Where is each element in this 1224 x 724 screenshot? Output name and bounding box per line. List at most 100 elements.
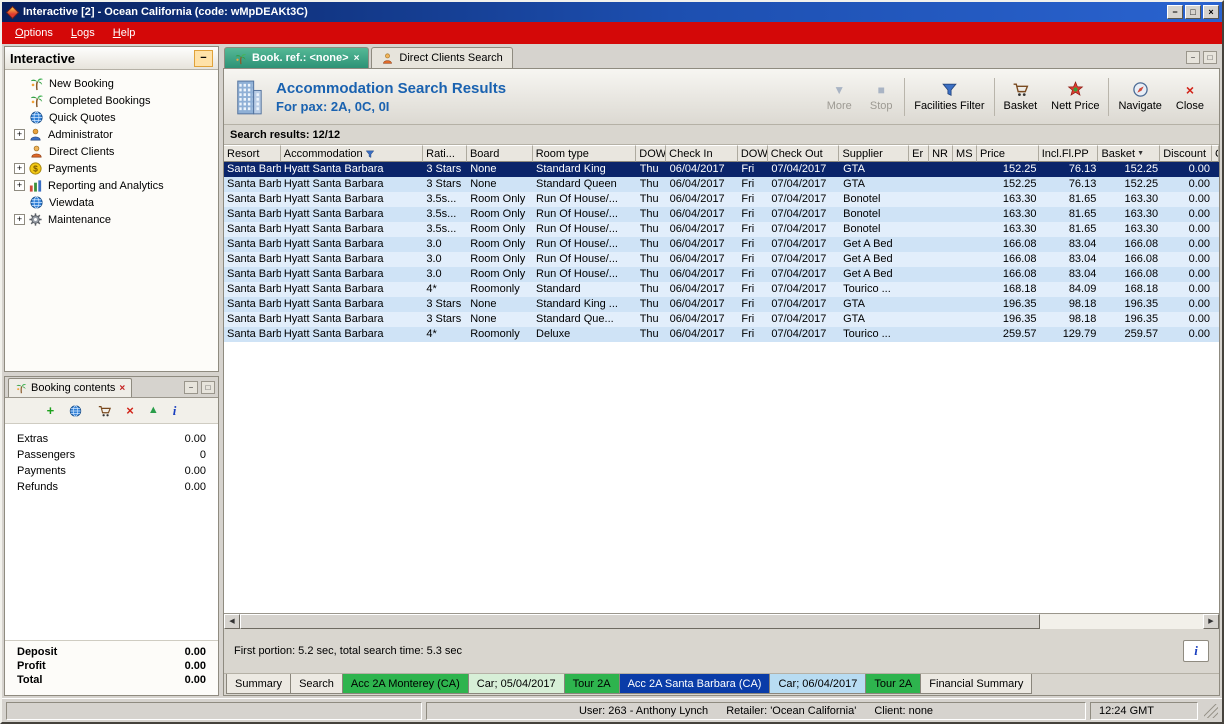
sidebar-item-viewdata[interactable]: Viewdata bbox=[7, 194, 216, 211]
add-item-button[interactable]: + bbox=[47, 404, 55, 417]
menu-item[interactable]: Help bbox=[104, 24, 145, 42]
table-row[interactable]: Santa Barb... Hyatt Santa Barbara 3.5s..… bbox=[224, 207, 1219, 222]
expander-icon[interactable]: + bbox=[14, 180, 25, 191]
bottom-tab[interactable]: Acc 2A Monterey (CA) bbox=[341, 674, 469, 694]
panel-maximize-button[interactable]: □ bbox=[201, 381, 215, 394]
table-row[interactable]: Santa Barb... Hyatt Santa Barbara 3 Star… bbox=[224, 162, 1219, 177]
scroll-right-button[interactable]: ▶ bbox=[1203, 614, 1219, 629]
table-row[interactable]: Santa Barb... Hyatt Santa Barbara 4* Roo… bbox=[224, 327, 1219, 342]
move-up-button[interactable]: ▲ bbox=[148, 404, 159, 417]
sidebar-item-new-booking[interactable]: New Booking bbox=[7, 75, 216, 92]
tab-direct-clients-search[interactable]: Direct Clients Search bbox=[371, 47, 513, 68]
column-header-check-in[interactable]: Check In bbox=[666, 145, 738, 162]
booking-contents-row[interactable]: Passengers 0 bbox=[17, 447, 206, 463]
bottom-tab[interactable]: Financial Summary bbox=[920, 674, 1033, 694]
table-row[interactable]: Santa Barb... Hyatt Santa Barbara 3 Star… bbox=[224, 177, 1219, 192]
panel-minimize-button[interactable]: − bbox=[194, 49, 213, 67]
booking-contents-tab[interactable]: Booking contents × bbox=[8, 378, 133, 397]
bottom-tab[interactable]: Tour 2A bbox=[865, 674, 922, 694]
basket-button[interactable]: Basket bbox=[997, 73, 1045, 121]
table-row[interactable]: Santa Barb... Hyatt Santa Barbara 3 Star… bbox=[224, 297, 1219, 312]
table-row[interactable]: Santa Barb... Hyatt Santa Barbara 3.0 Ro… bbox=[224, 252, 1219, 267]
column-header-resort[interactable]: Resort bbox=[224, 145, 281, 162]
bottom-tab[interactable]: Tour 2A bbox=[563, 674, 620, 694]
tab-close-icon[interactable]: × bbox=[354, 53, 360, 64]
booking-contents-row[interactable]: Payments 0.00 bbox=[17, 463, 206, 479]
expander-icon[interactable]: + bbox=[14, 163, 25, 174]
delete-item-button[interactable]: × bbox=[126, 404, 134, 417]
info-button[interactable]: i bbox=[173, 404, 177, 417]
column-header-check-out[interactable]: Check Out bbox=[767, 145, 840, 162]
menu-item[interactable]: Logs bbox=[62, 24, 104, 42]
search-results-panel: Accommodation Search Results For pax: 2A… bbox=[223, 68, 1220, 696]
horizontal-scrollbar[interactable]: ◀ ▶ bbox=[224, 613, 1219, 629]
cell-check-out: 07/04/2017 bbox=[771, 268, 827, 280]
resize-grip-icon[interactable] bbox=[1204, 703, 1218, 718]
cell-discount: 0.00 bbox=[1188, 238, 1210, 250]
column-header-accommodation[interactable]: Accommodation bbox=[280, 145, 424, 162]
column-header-price[interactable]: Price bbox=[976, 145, 1039, 162]
menu-item[interactable]: Options bbox=[6, 24, 62, 42]
expander-icon[interactable]: + bbox=[14, 129, 25, 140]
facilities-filter-button[interactable]: Facilities Filter bbox=[907, 73, 991, 121]
bottom-tab[interactable]: Search bbox=[290, 674, 343, 694]
bottom-tab[interactable]: Summary bbox=[226, 674, 292, 694]
column-header-basket[interactable]: Basket ▼ bbox=[1098, 145, 1161, 162]
column-header-dow-out[interactable]: DOW bbox=[737, 145, 768, 162]
maximize-button[interactable]: □ bbox=[1185, 5, 1201, 19]
sidebar-item-direct-clients[interactable]: Direct Clients bbox=[7, 143, 216, 160]
close-button[interactable]: × bbox=[1203, 5, 1219, 19]
booking-contents-row[interactable]: Refunds 0.00 bbox=[17, 479, 206, 495]
info-button[interactable]: i bbox=[1183, 640, 1209, 662]
column-header-incl-fl-pp[interactable]: Incl.Fl.PP bbox=[1038, 145, 1099, 162]
column-header-c[interactable]: C bbox=[1212, 145, 1219, 162]
globe-button[interactable] bbox=[68, 404, 83, 418]
cell-board: Room Only bbox=[470, 223, 526, 235]
column-header-board[interactable]: Board bbox=[466, 145, 533, 162]
booking-contents-row[interactable]: Extras 0.00 bbox=[17, 431, 206, 447]
column-header-room-type[interactable]: Room type bbox=[532, 145, 637, 162]
column-header-nr[interactable]: NR bbox=[929, 145, 954, 162]
sidebar-item-quick-quotes[interactable]: Quick Quotes bbox=[7, 109, 216, 126]
scrollbar-track[interactable] bbox=[1040, 614, 1203, 629]
bottom-tab[interactable]: Car; 06/04/2017 bbox=[769, 674, 867, 694]
column-header-ms[interactable]: MS bbox=[953, 145, 977, 162]
table-row[interactable]: Santa Barb... Hyatt Santa Barbara 3.5s..… bbox=[224, 222, 1219, 237]
cell-nr bbox=[930, 207, 954, 222]
expander-icon[interactable]: + bbox=[14, 214, 25, 225]
sidebar-item-maintenance[interactable]: + Maintenance bbox=[7, 211, 216, 228]
stop-button[interactable]: ■ Stop bbox=[860, 73, 902, 121]
panel-minimize-button[interactable]: − bbox=[184, 381, 198, 394]
tab-booking-ref[interactable]: Book. ref.: <none> × bbox=[224, 47, 370, 68]
bottom-tab[interactable]: Car; 05/04/2017 bbox=[467, 674, 565, 694]
column-header-discount[interactable]: Discount bbox=[1160, 145, 1212, 162]
basket-button[interactable] bbox=[97, 404, 112, 418]
bottom-tab[interactable]: Acc 2A Santa Barbara (CA) bbox=[618, 674, 771, 694]
sidebar-item-administrator[interactable]: + Administrator bbox=[7, 126, 216, 143]
sidebar-item-completed-bookings[interactable]: Completed Bookings bbox=[7, 92, 216, 109]
scrollbar-thumb[interactable] bbox=[240, 614, 1040, 629]
table-row[interactable]: Santa Barb... Hyatt Santa Barbara 3.0 Ro… bbox=[224, 267, 1219, 282]
close-results-button[interactable]: × Close bbox=[1169, 73, 1211, 121]
more-button[interactable]: ▼ More bbox=[818, 73, 860, 121]
cell-check-in: 06/04/2017 bbox=[669, 223, 725, 235]
cell-board: Room Only bbox=[470, 253, 526, 265]
column-header-dow-in[interactable]: DOW bbox=[636, 145, 667, 162]
table-row[interactable]: Santa Barb... Hyatt Santa Barbara 3.5s..… bbox=[224, 192, 1219, 207]
navigate-button[interactable]: Navigate bbox=[1111, 73, 1168, 121]
tab-close-icon[interactable]: × bbox=[119, 383, 125, 394]
nett-price-button[interactable]: Nett Price bbox=[1044, 73, 1106, 121]
mdi-minimize-button[interactable]: − bbox=[1186, 51, 1200, 64]
scroll-left-button[interactable]: ◀ bbox=[224, 614, 240, 629]
column-header-supplier[interactable]: Supplier bbox=[839, 145, 910, 162]
table-row[interactable]: Santa Barb... Hyatt Santa Barbara 4* Roo… bbox=[224, 282, 1219, 297]
sidebar-item-payments[interactable]: + Payments bbox=[7, 160, 216, 177]
table-row[interactable]: Santa Barb... Hyatt Santa Barbara 3 Star… bbox=[224, 312, 1219, 327]
table-row[interactable]: Santa Barb... Hyatt Santa Barbara 3.0 Ro… bbox=[224, 237, 1219, 252]
mdi-restore-button[interactable]: □ bbox=[1203, 51, 1217, 64]
column-header-rating[interactable]: Rati... bbox=[423, 145, 467, 162]
minimize-button[interactable]: − bbox=[1167, 5, 1183, 19]
column-header-er[interactable]: Er bbox=[909, 145, 930, 162]
sidebar-item-reporting-and-analytics[interactable]: + Reporting and Analytics bbox=[7, 177, 216, 194]
cell-room-type: Deluxe bbox=[536, 328, 571, 340]
